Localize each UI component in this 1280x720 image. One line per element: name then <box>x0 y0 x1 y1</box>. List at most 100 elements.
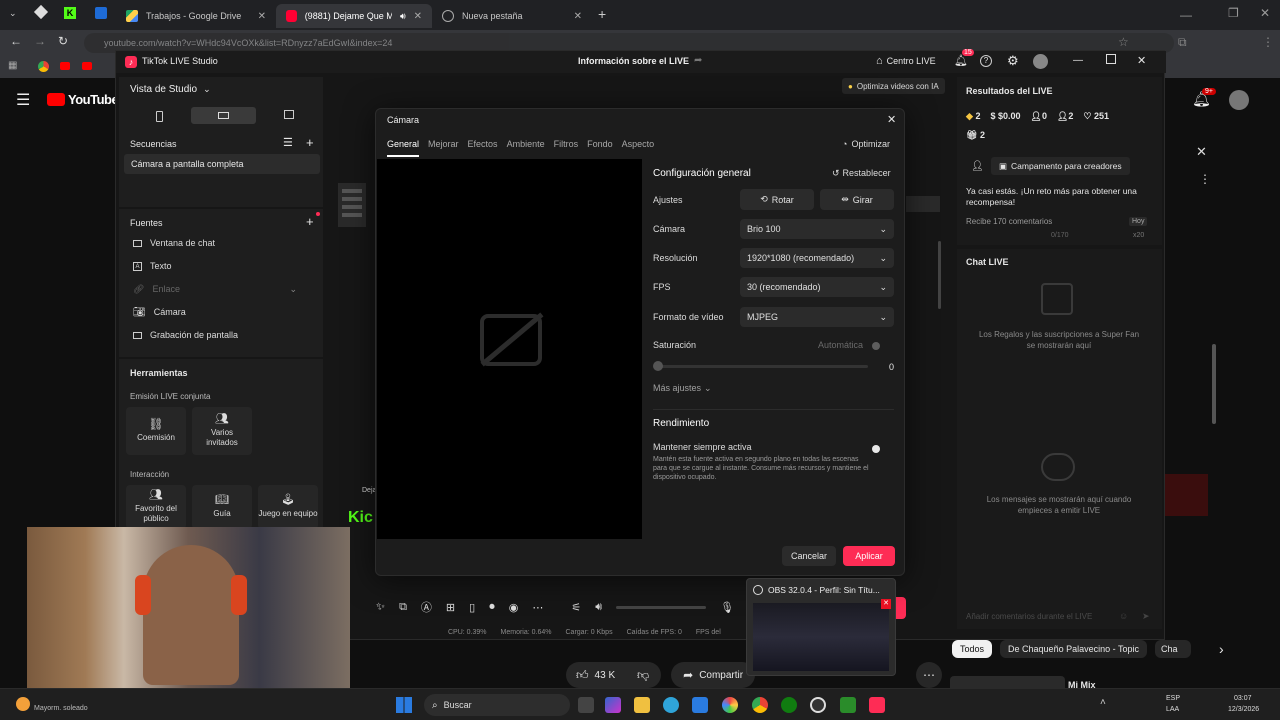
chevron-down-icon[interactable]: ⌄ <box>289 284 297 295</box>
close-icon[interactable]: ✕ <box>881 599 891 609</box>
tab-youtube[interactable]: (9881) Dejame Que Me Vay 🔊︎ ✕ <box>276 4 432 28</box>
folder-icon[interactable] <box>634 697 650 713</box>
tab-google-drive[interactable]: Trabajos - Google Drive ✕ <box>116 4 276 28</box>
more-button[interactable]: ⋯ <box>916 662 942 688</box>
avatar[interactable] <box>1229 90 1249 110</box>
close-icon[interactable]: ✕ <box>574 11 582 22</box>
source-screen-recording[interactable]: Grabación de pantalla <box>119 324 323 346</box>
list-icon[interactable]: ☰ <box>283 136 293 149</box>
screen-icon[interactable] <box>284 110 294 119</box>
maximize-icon[interactable] <box>1106 54 1116 64</box>
menu-icon[interactable]: ⋮ <box>1262 35 1274 49</box>
fps-select[interactable]: 30 (recomendado) ⌄ <box>740 277 894 297</box>
tool-guests[interactable]: 👥︎ Varios invitados <box>192 407 252 455</box>
close-icon[interactable]: ✕ <box>258 11 266 22</box>
layers-icon[interactable]: ⧉ <box>399 601 407 614</box>
more-settings[interactable]: Más ajustes ⌄ <box>653 383 712 394</box>
magic-icon[interactable]: ✨︎ <box>376 601 385 614</box>
like-button[interactable]: 👍︎ 43 K <box>566 662 626 688</box>
emoji-icon[interactable]: ☺ <box>1119 611 1128 621</box>
kick-icon[interactable]: K <box>64 7 76 19</box>
extensions-icon[interactable]: ⧉ <box>1178 35 1187 50</box>
xbox-icon[interactable] <box>781 697 797 713</box>
volume-slider[interactable] <box>616 605 707 609</box>
obs-preview-popup[interactable]: OBS 32.0.4 - Perfil: Sin Títu... ✕ <box>746 578 896 676</box>
dislike-button[interactable]: 👎︎ <box>625 662 662 688</box>
youtube-bookmark-icon[interactable] <box>60 62 70 70</box>
mix-thumbnail[interactable] <box>950 676 1065 688</box>
chip-channel[interactable]: De Chaqueño Palavecino - Topic <box>1000 640 1147 658</box>
avatar[interactable] <box>1033 54 1048 69</box>
tab-new-tab[interactable]: Nueva pestaña ✕ <box>432 4 592 28</box>
centro-live-button[interactable]: ⌂ Centro LIVE <box>876 55 936 67</box>
preview-scrollbar[interactable] <box>938 241 941 309</box>
tab-improve[interactable]: Mejorar <box>428 139 459 157</box>
photos-icon[interactable] <box>722 697 738 713</box>
help-icon[interactable]: ? <box>980 55 992 67</box>
start-icon[interactable] <box>396 697 412 713</box>
rotate-button[interactable]: ⟲ Rotar <box>740 189 814 210</box>
mixer-icon[interactable]: ⚟ <box>571 601 581 614</box>
tool-team-game[interactable]: 🕹︎ Juego en equipo <box>258 485 318 529</box>
saturation-slider[interactable] <box>656 365 868 368</box>
close-icon[interactable]: ✕ <box>414 11 422 22</box>
app-icon[interactable] <box>95 7 107 19</box>
chrome-icon[interactable] <box>38 61 49 72</box>
weather-icon[interactable] <box>16 697 30 711</box>
new-tab-icon[interactable]: + <box>598 6 606 22</box>
more-icon[interactable]: ⋯ <box>532 601 543 614</box>
extension-icon[interactable] <box>33 4 49 20</box>
reload-icon[interactable]: ↻ <box>58 34 68 48</box>
close-icon[interactable]: ✕ <box>1196 144 1207 160</box>
apply-button[interactable]: Aplicar <box>843 546 895 566</box>
flip-button[interactable]: ⇹ Girar <box>820 189 894 210</box>
source-text[interactable]: A Texto <box>119 255 323 277</box>
tab-filters[interactable]: Filtros <box>554 139 579 157</box>
tray-chevron-icon[interactable]: ˄ <box>1100 697 1106 708</box>
add-scene-icon[interactable]: ⊞ <box>446 601 455 614</box>
source-camera[interactable]: 📷︎ Cámara <box>119 301 323 323</box>
saturation-thumb[interactable] <box>653 361 663 371</box>
tool-favorite[interactable]: 👥︎ Favorito del público <box>126 485 186 529</box>
tab-general[interactable]: General <box>387 139 420 157</box>
ai-hint-chip[interactable]: ● Optimiza videos con IA <box>842 78 945 94</box>
phone-icon[interactable]: ▯ <box>469 601 475 614</box>
minimize-icon[interactable]: — <box>1073 55 1083 66</box>
tab-background[interactable]: Fondo <box>587 139 613 157</box>
clock-date[interactable]: 12/3/2026 <box>1228 706 1259 713</box>
volume-icon[interactable]: 🔊︎ <box>595 601 602 614</box>
source-chat-window[interactable]: Ventana de chat <box>119 232 323 254</box>
close-icon[interactable]: ✕ <box>887 113 896 126</box>
lang-indicator-1[interactable]: ESP <box>1166 695 1180 702</box>
youtube-bookmark-icon[interactable] <box>82 62 92 70</box>
chevron-right-icon[interactable]: › <box>1219 641 1224 657</box>
restore-icon[interactable]: ❐ <box>1228 6 1239 20</box>
edge-icon[interactable] <box>663 697 679 713</box>
lang-indicator-2[interactable]: LAA <box>1166 706 1179 713</box>
obs-taskbar-icon[interactable] <box>810 697 826 713</box>
speaker-icon[interactable]: 🔊︎ <box>400 11 406 22</box>
share-icon[interactable]: ➦ <box>694 55 702 66</box>
copilot-icon[interactable] <box>605 697 621 713</box>
close-window-icon[interactable]: ✕ <box>1260 6 1270 20</box>
sequence-item[interactable]: Cámara a pantalla completa <box>124 154 320 174</box>
close-icon[interactable]: ✕ <box>1137 54 1146 67</box>
optimize-button[interactable]: ◔ Optimizar <box>842 139 890 149</box>
camera-select[interactable]: Brio 100 ⌄ <box>740 219 894 239</box>
youtube-logo[interactable]: YouTube <box>47 92 119 107</box>
forward-icon[interactable]: → <box>34 34 46 48</box>
weather-text[interactable]: Mayorm. soleado <box>34 705 88 712</box>
reset-button[interactable]: ↺ Restablecer <box>832 168 891 179</box>
task-view-icon[interactable] <box>578 697 594 713</box>
kebab-icon[interactable]: ⋮ <box>1199 172 1211 186</box>
record-icon[interactable]: ⏺ <box>489 601 495 614</box>
apps-icon[interactable]: ▦ <box>8 60 17 71</box>
gear-icon[interactable]: ⚙ <box>1007 53 1019 69</box>
chrome-icon[interactable] <box>752 697 768 713</box>
mic-icon[interactable]: 🎙︎ <box>720 601 734 614</box>
page-scrollbar[interactable] <box>1212 344 1216 424</box>
ai-icon[interactable]: Ⓐ <box>421 599 432 615</box>
add-icon[interactable]: + <box>306 214 314 229</box>
share-button[interactable]: ➦ Compartir <box>671 662 756 688</box>
chevron-down-icon[interactable]: ⌄ <box>9 8 17 19</box>
